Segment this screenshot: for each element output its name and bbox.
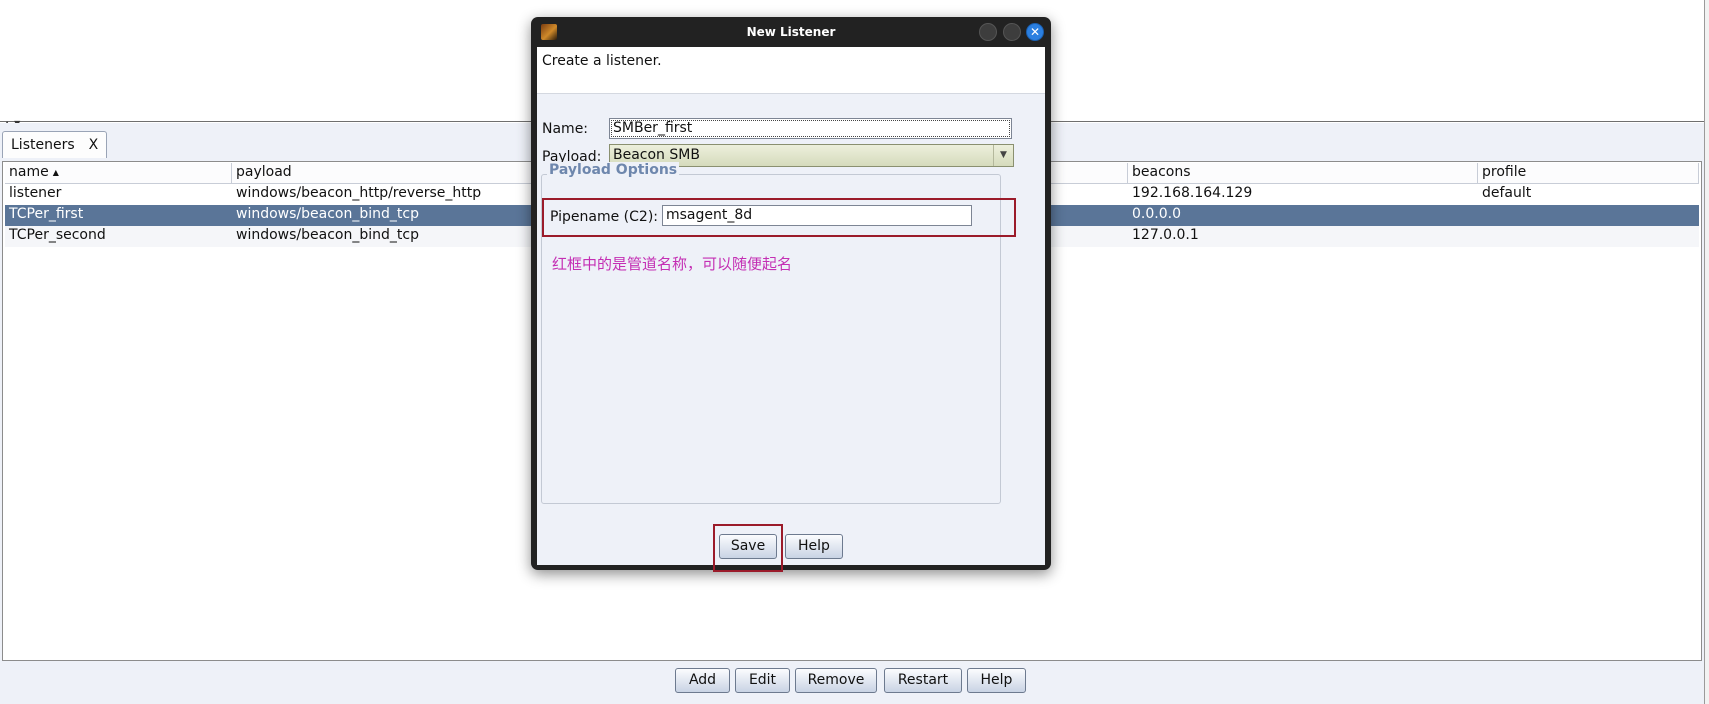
- name-label: Name:: [542, 121, 589, 137]
- column-header-profile[interactable]: profile: [1478, 163, 1699, 183]
- pipename-field[interactable]: msagent_8d: [662, 205, 972, 226]
- dialog-title: New Listener: [746, 25, 836, 39]
- column-header-name[interactable]: name ▲: [5, 163, 232, 183]
- dialog-body: Create a listener. Name: SMBer_first Pay…: [537, 47, 1045, 572]
- new-listener-dialog: New Listener ✕ Create a listener. Name: …: [531, 17, 1051, 572]
- edit-button[interactable]: Edit: [735, 668, 790, 693]
- annotation-text: 红框中的是管道名称，可以随便起名: [552, 255, 793, 273]
- cell-beacons: 192.168.164.129: [1132, 185, 1253, 201]
- save-button[interactable]: Save: [719, 534, 777, 559]
- add-button[interactable]: Add: [675, 668, 730, 693]
- cell-profile: [1478, 226, 1699, 247]
- sort-ascending-icon: ▲: [52, 167, 59, 177]
- help-button[interactable]: Help: [967, 668, 1026, 693]
- minimize-icon[interactable]: [979, 23, 997, 41]
- dialog-help-button[interactable]: Help: [785, 534, 843, 559]
- cell-name: TCPer_first: [9, 206, 84, 222]
- description-area: Create a listener.: [537, 47, 1045, 94]
- column-header-beacons[interactable]: beacons: [1128, 163, 1478, 183]
- dialog-titlebar[interactable]: New Listener ✕: [531, 17, 1051, 47]
- cell-profile: default: [1482, 185, 1532, 201]
- cell-profile: [1478, 205, 1699, 226]
- cell-name: TCPer_second: [9, 227, 106, 243]
- name-field[interactable]: SMBer_first: [609, 118, 1012, 139]
- close-icon[interactable]: ✕: [1026, 23, 1044, 41]
- dialog-description: Create a listener.: [542, 53, 662, 69]
- pipename-label: Pipename (C2):: [550, 209, 659, 225]
- remove-button[interactable]: Remove: [795, 668, 877, 693]
- tab-close-icon[interactable]: X: [89, 137, 99, 153]
- cell-beacons: 127.0.0.1: [1132, 227, 1199, 243]
- restart-button[interactable]: Restart: [884, 668, 962, 693]
- cell-beacons: 0.0.0.0: [1132, 206, 1181, 222]
- tab-listeners[interactable]: Listeners X: [2, 131, 108, 158]
- cell-name: listener: [9, 185, 62, 201]
- tab-listeners-label: Listeners: [11, 137, 75, 153]
- chevron-down-icon[interactable]: ▼: [993, 145, 1013, 166]
- maximize-icon[interactable]: [1003, 23, 1021, 41]
- payload-options-title: Payload Options: [547, 162, 680, 178]
- window-right-edge: [1704, 0, 1709, 704]
- payload-select-value: Beacon SMB: [613, 147, 700, 163]
